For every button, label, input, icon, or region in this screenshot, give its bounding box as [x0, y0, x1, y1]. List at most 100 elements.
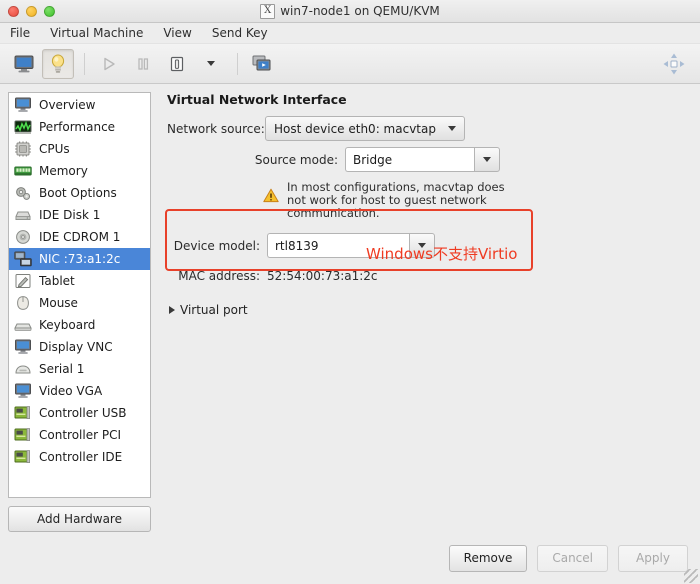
- sidebar-item-display-vnc[interactable]: Display VNC: [9, 336, 150, 358]
- network-card-icon: [14, 251, 32, 267]
- sidebar-item-label: Controller IDE: [39, 450, 122, 464]
- details-view-button[interactable]: [42, 49, 74, 79]
- snapshots-icon: [251, 54, 273, 74]
- source-mode-value[interactable]: Bridge: [345, 147, 474, 172]
- sidebar-item-label: IDE CDROM 1: [39, 230, 120, 244]
- display-icon: [14, 383, 32, 399]
- chevron-down-icon: [483, 157, 491, 162]
- pci-card-icon: [14, 449, 32, 465]
- gears-icon: [14, 185, 32, 201]
- apply-button: Apply: [618, 545, 688, 572]
- chevron-down-icon: [207, 61, 215, 66]
- play-icon: [100, 55, 118, 73]
- cancel-button-label: Cancel: [552, 551, 593, 565]
- menu-send-key[interactable]: Send Key: [210, 25, 270, 41]
- apply-button-label: Apply: [636, 551, 670, 565]
- hardware-sidebar: Overview Performance: [8, 92, 151, 532]
- sidebar-item-label: Controller PCI: [39, 428, 121, 442]
- remove-button-label: Remove: [464, 551, 513, 565]
- sidebar-item-cpus[interactable]: CPUs: [9, 138, 150, 160]
- source-mode-row: Source mode: Bridge: [167, 147, 692, 172]
- monitor-icon: [14, 97, 32, 113]
- sidebar-item-label: Mouse: [39, 296, 78, 310]
- sidebar-item-ide-disk-1[interactable]: IDE Disk 1: [9, 204, 150, 226]
- sidebar-item-ide-cdrom-1[interactable]: IDE CDROM 1: [9, 226, 150, 248]
- performance-graph-icon: [14, 119, 32, 135]
- menu-view[interactable]: View: [161, 25, 193, 41]
- monitor-icon: [13, 54, 35, 74]
- sidebar-item-label: NIC :73:a1:2c: [39, 252, 120, 266]
- virtual-port-expander[interactable]: Virtual port: [167, 303, 692, 317]
- sidebar-item-label: Overview: [39, 98, 96, 112]
- sidebar-item-label: Keyboard: [39, 318, 95, 332]
- minimize-button[interactable]: [26, 6, 37, 17]
- sidebar-item-controller-usb[interactable]: Controller USB: [9, 402, 150, 424]
- chevron-right-icon: [169, 306, 175, 314]
- console-view-button[interactable]: [8, 49, 40, 79]
- run-button: [93, 49, 125, 79]
- sidebar-item-label: Boot Options: [39, 186, 117, 200]
- titlebar: win7-node1 on QEMU/KVM: [0, 0, 700, 23]
- source-mode-dropdown-button[interactable]: [474, 147, 500, 172]
- sidebar-item-label: Performance: [39, 120, 115, 134]
- sidebar-item-video-vga[interactable]: Video VGA: [9, 380, 150, 402]
- page-title: Virtual Network Interface: [167, 92, 692, 107]
- tablet-pen-icon: [14, 273, 32, 289]
- optical-disc-icon: [14, 229, 32, 245]
- toolbar-separator-1: [84, 53, 85, 75]
- display-icon: [14, 339, 32, 355]
- network-source-combobox[interactable]: Host device eth0: macvtap: [265, 116, 465, 141]
- sidebar-item-memory[interactable]: Memory: [9, 160, 150, 182]
- network-source-row: Network source: Host device eth0: macvta…: [167, 116, 692, 141]
- power-icon: [168, 55, 186, 73]
- sidebar-item-controller-ide[interactable]: Controller IDE: [9, 446, 150, 468]
- remove-button[interactable]: Remove: [449, 545, 528, 572]
- snapshots-button[interactable]: [246, 49, 278, 79]
- sidebar-item-boot-options[interactable]: Boot Options: [9, 182, 150, 204]
- sidebar-item-label: Memory: [39, 164, 88, 178]
- menubar: File Virtual Machine View Send Key: [0, 23, 700, 44]
- menu-file[interactable]: File: [8, 25, 32, 41]
- mac-address-label: MAC address:: [167, 269, 267, 283]
- add-hardware-button[interactable]: Add Hardware: [8, 506, 151, 532]
- toolbar-separator-2: [237, 53, 238, 75]
- chevron-down-icon: [448, 126, 456, 131]
- close-button[interactable]: [8, 6, 19, 17]
- add-hardware-label: Add Hardware: [37, 512, 122, 526]
- window-title-group: win7-node1 on QEMU/KVM: [0, 4, 700, 19]
- maximize-button[interactable]: [44, 6, 55, 17]
- lightbulb-icon: [48, 53, 68, 75]
- hardware-list[interactable]: Overview Performance: [8, 92, 151, 498]
- fullscreen-resize-icon: [662, 52, 686, 76]
- resize-grip[interactable]: [684, 569, 698, 583]
- sidebar-item-label: Video VGA: [39, 384, 102, 398]
- source-mode-combobox[interactable]: Bridge: [345, 147, 500, 172]
- macvtap-warning-text: In most configurations, macvtap does not…: [279, 181, 522, 220]
- network-source-label: Network source:: [167, 122, 265, 136]
- menu-virtual-machine[interactable]: Virtual Machine: [48, 25, 145, 41]
- sidebar-item-mouse[interactable]: Mouse: [9, 292, 150, 314]
- shutdown-button[interactable]: [161, 49, 193, 79]
- mouse-icon: [14, 295, 32, 311]
- serial-port-icon: [14, 361, 32, 377]
- device-model-label: Device model:: [167, 239, 267, 253]
- sidebar-item-serial-1[interactable]: Serial 1: [9, 358, 150, 380]
- footer-buttons: Remove Cancel Apply: [0, 540, 700, 584]
- sidebar-item-label: CPUs: [39, 142, 70, 156]
- mac-address-value: 52:54:00:73:a1:2c: [267, 269, 378, 283]
- fullscreen-resize-button[interactable]: [658, 49, 690, 79]
- sidebar-item-controller-pci[interactable]: Controller PCI: [9, 424, 150, 446]
- sidebar-item-label: Controller USB: [39, 406, 126, 420]
- virtual-port-label: Virtual port: [180, 303, 248, 317]
- shutdown-menu-button[interactable]: [195, 49, 227, 79]
- pause-button: [127, 49, 159, 79]
- sidebar-item-tablet[interactable]: Tablet: [9, 270, 150, 292]
- sidebar-item-keyboard[interactable]: Keyboard: [9, 314, 150, 336]
- sidebar-item-overview[interactable]: Overview: [9, 94, 150, 116]
- cpu-chip-icon: [14, 141, 32, 157]
- sidebar-item-label: Tablet: [39, 274, 75, 288]
- hard-disk-icon: [14, 207, 32, 223]
- pci-card-icon: [14, 405, 32, 421]
- sidebar-item-nic[interactable]: NIC :73:a1:2c: [9, 248, 150, 270]
- sidebar-item-performance[interactable]: Performance: [9, 116, 150, 138]
